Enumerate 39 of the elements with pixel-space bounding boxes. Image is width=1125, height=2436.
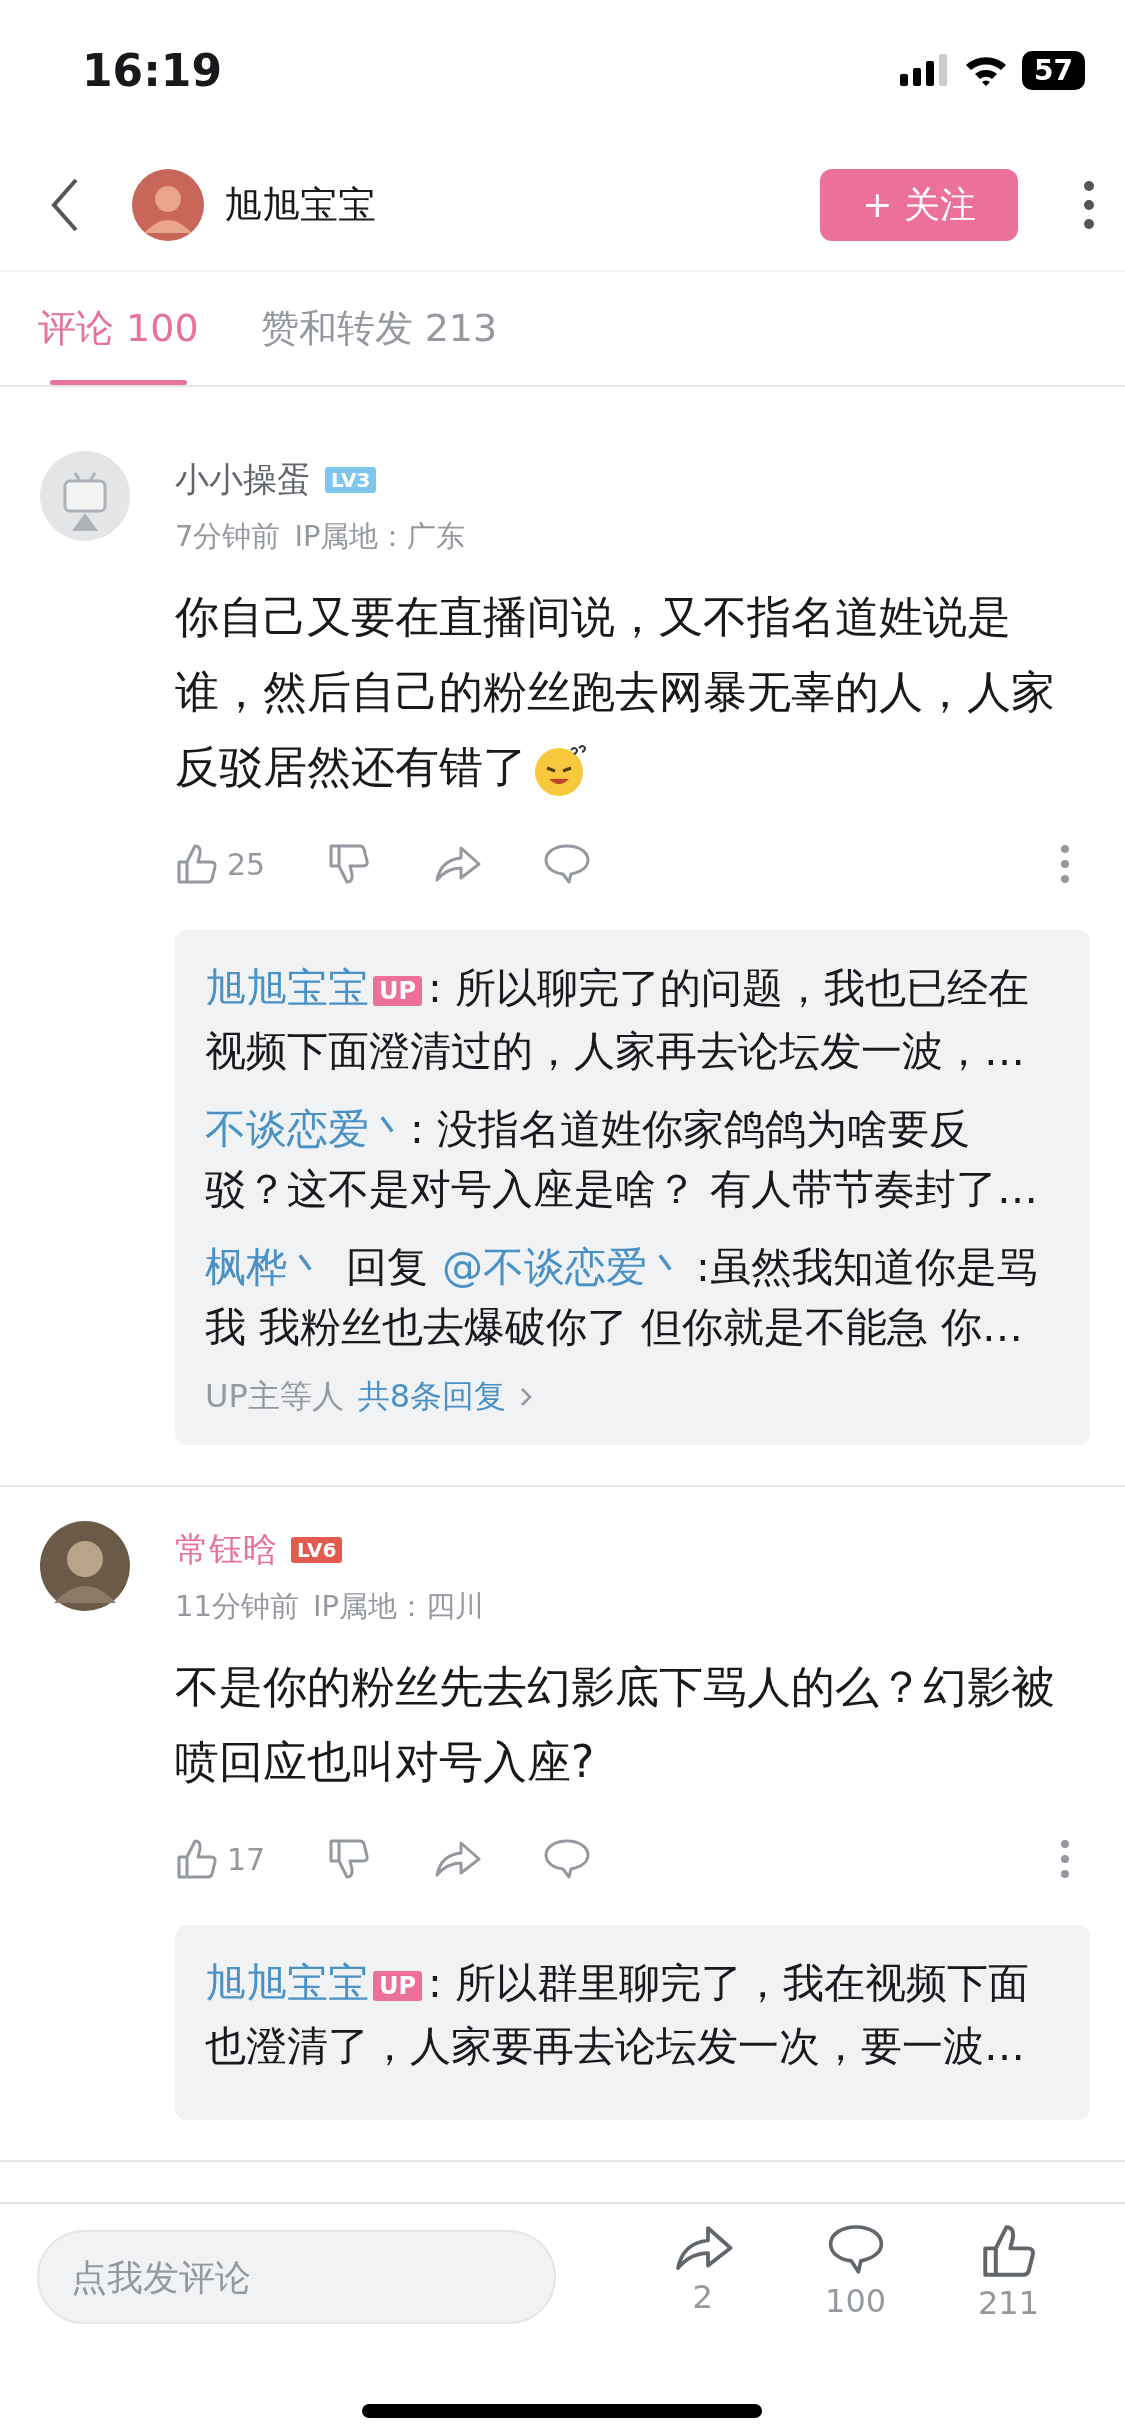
wifi-icon [964,54,1009,86]
comment-field[interactable]: 点我发评论 [37,2230,557,2324]
comment-time: 11分钟前 [175,1588,299,1625]
like-icon[interactable] [175,842,219,886]
comment-time: 7分钟前 [175,518,281,555]
dislike-icon[interactable] [327,1837,372,1881]
reply-icon[interactable] [543,843,592,885]
share-icon[interactable] [433,1839,482,1879]
user-name[interactable]: 小小操蛋 [175,457,311,503]
comment-text: 你自己又要在直播间说，又不指名道姓说是谁，然后自己的粉丝跑去网暴无辜的人，人家反驳居然还有错了 [175,579,1080,804]
dislike-icon[interactable] [327,842,372,886]
comment-text: 不是你的粉丝先去幻影底下骂人的么？幻影被喷回应也叫对号入座? [175,1660,1056,1789]
status-time: 16:19 [82,44,223,96]
share-count: 2 [692,2278,713,2316]
share-icon[interactable] [433,844,482,884]
like-icon[interactable] [175,1837,219,1881]
emoji-icon [533,742,589,798]
comment-count: 100 [825,2282,887,2320]
like-count: 17 [227,1841,266,1877]
reply-text[interactable]: 不谈恋爱丶: 没指名道姓你家鸽鸽为啥要反驳？这不是对号入座是啥？ 有人带节奏封了… [205,1099,1050,1219]
reply-icon[interactable] [543,1838,592,1880]
reply-text[interactable]: 枫桦丶 回复 @不谈恋爱丶 :虽然我知道你是骂我 我粉丝也去爆破你了 但你就是不能急 你… [205,1237,1050,1357]
level-badge: LV6 [291,1537,343,1563]
reply-text[interactable]: 旭旭宝宝 UP : 所以聊完了的问题，我也已经在视频下面澄清过的，人家再去论坛发一波，… [205,958,1050,1081]
level-badge: LV3 [325,467,377,493]
back-icon[interactable] [50,177,80,233]
user-name: 旭旭宝宝 [224,181,377,229]
reply-text[interactable]: 旭旭宝宝 UP : 所以群里聊完了，我在视频下面也澄清了，人家要再去论坛发一次，要一波… [205,1953,1050,2076]
view-replies-link[interactable]: 共8条回复 [357,1375,507,1419]
like-count: 25 [227,846,266,882]
more-icon[interactable] [1083,180,1095,230]
ip-location: IP属地：四川 [312,1588,484,1625]
ip-location: IP属地：广东 [294,518,466,555]
avatar[interactable] [40,1521,130,1611]
chevron-icon[interactable] [520,1386,533,1408]
reply-participants: UP主等人 [205,1376,344,1417]
like-count: 211 [978,2284,1040,2322]
avatar[interactable] [132,169,204,241]
battery-level: 57 [1022,50,1085,90]
